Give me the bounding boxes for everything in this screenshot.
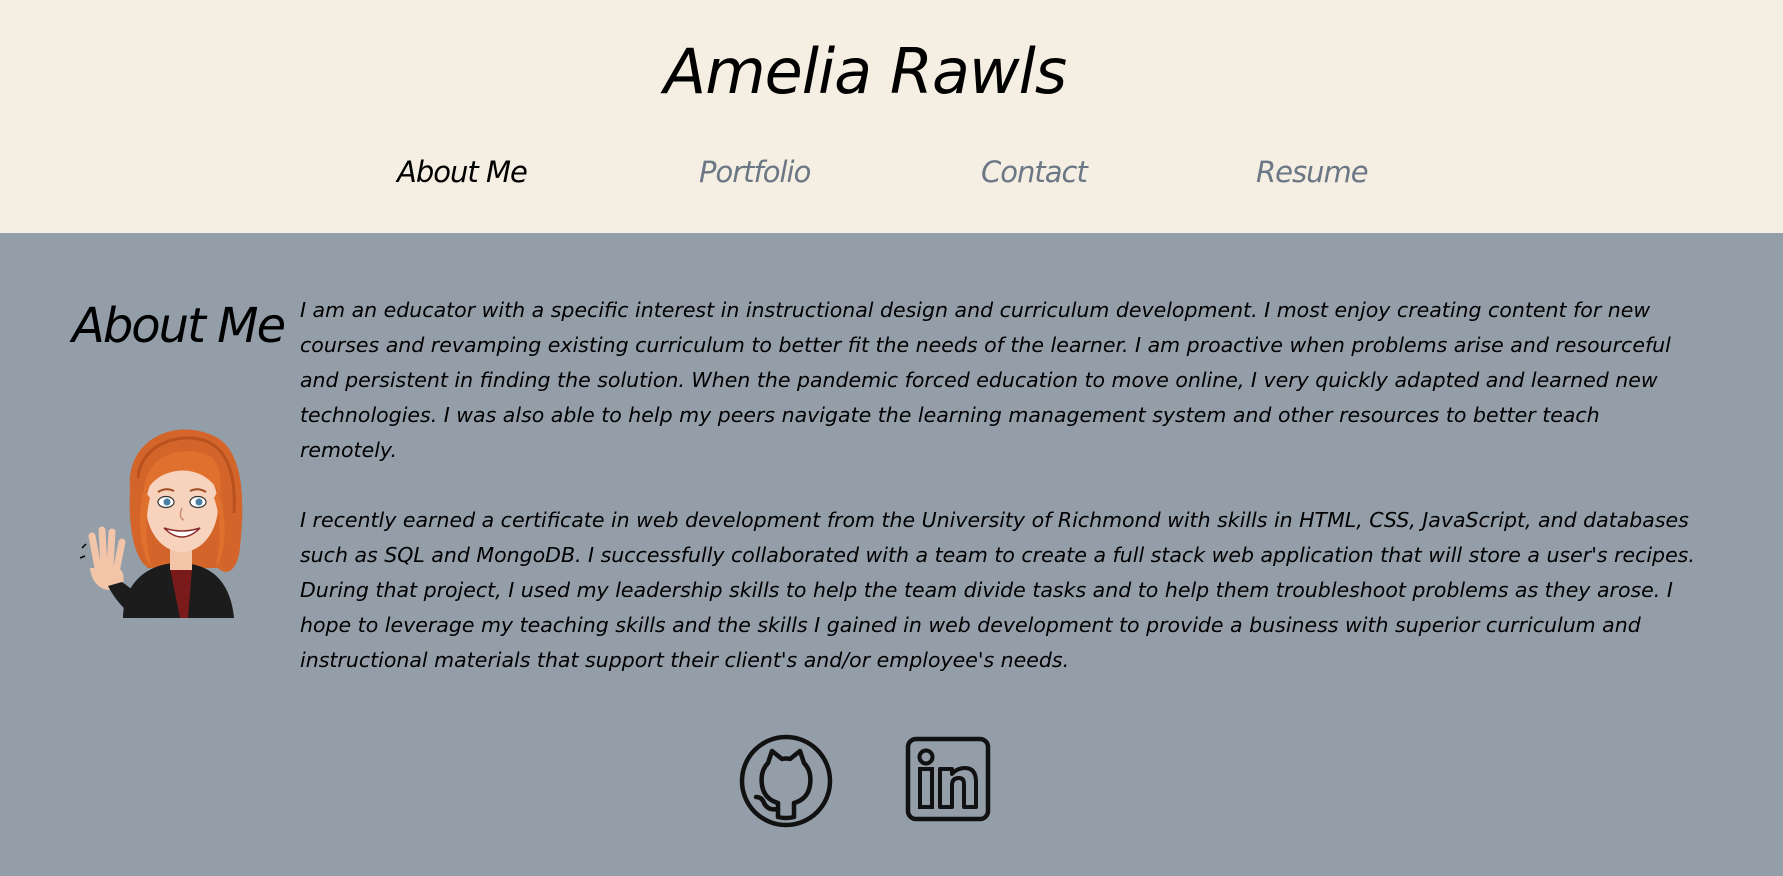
site-title: Amelia Rawls <box>663 35 1067 108</box>
bio-paragraph: I am an educator with a specific interes… <box>300 298 1671 462</box>
avatar-icon <box>79 429 243 618</box>
github-icon <box>739 734 833 828</box>
nav-link-contact[interactable]: Contact <box>981 150 1088 194</box>
about-bio: I am an educator with a specific interes… <box>300 293 1695 713</box>
bio-paragraph: I recently earned a certificate in web d… <box>300 508 1695 672</box>
nav-link-portfolio[interactable]: Portfolio <box>699 150 811 194</box>
main-content: About Me I am an educator with a specifi… <box>0 233 1783 876</box>
about-heading: About Me <box>72 298 286 354</box>
page: Amelia Rawls About Me Portfolio Contact … <box>0 0 1783 876</box>
linkedin-link[interactable] <box>905 736 991 822</box>
site-header: Amelia Rawls About Me Portfolio Contact … <box>0 0 1783 233</box>
nav-link-about-me[interactable]: About Me <box>397 150 528 194</box>
github-link[interactable] <box>738 733 834 829</box>
linkedin-icon <box>905 736 991 822</box>
nav-link-resume[interactable]: Resume <box>1256 150 1369 194</box>
